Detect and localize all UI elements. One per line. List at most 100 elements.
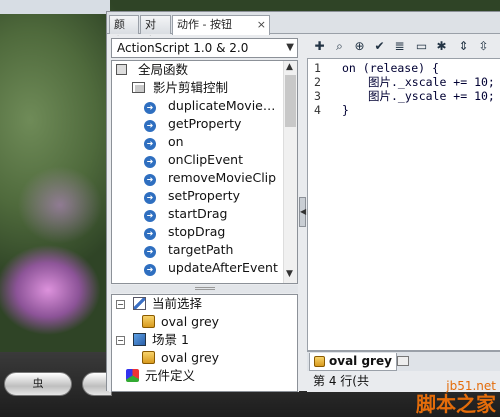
button-symbol-icon	[142, 315, 155, 328]
line-number: 2	[314, 75, 321, 89]
tree-item-label: startDrag	[168, 206, 228, 221]
expand-icon[interactable]: ⇳	[476, 39, 491, 54]
tree-item[interactable]: ➜ onClipEvent	[144, 151, 243, 169]
nav-scene[interactable]: − 场景 1	[116, 331, 189, 349]
script-navigator: − 当前选择 oval grey − 场景 1 oval grey 元件定义	[111, 294, 298, 392]
scrollbar-thumb[interactable]	[285, 75, 296, 127]
actionscript-version-select[interactable]: ActionScript 1.0 & 2.0 ▼	[111, 38, 298, 58]
version-select-value: ActionScript 1.0 & 2.0	[117, 41, 249, 55]
tree-item-label: getProperty	[168, 116, 242, 131]
tree-item-label: updateAfterEvent	[168, 260, 278, 275]
action-icon: ➜	[144, 156, 156, 168]
tree-folder-label: 全局函数	[138, 62, 189, 77]
tab-color[interactable]: 颜色	[109, 15, 139, 48]
target-icon[interactable]: ⊕	[352, 39, 367, 54]
script-tab-oval-grey[interactable]: oval grey	[309, 353, 397, 371]
tree-item-label: stopDrag	[168, 224, 226, 239]
tree-item[interactable]: ➜ removeMovieClip	[144, 169, 276, 187]
action-icon: ➜	[144, 102, 156, 114]
watermark: jb51.net 脚本之家	[416, 379, 496, 415]
tree-item[interactable]: ➜ targetPath	[144, 241, 233, 259]
code-line[interactable]: }	[342, 103, 349, 117]
tree-item-label: on	[168, 134, 184, 149]
action-icon: ➜	[144, 264, 156, 276]
oval-grey-button[interactable]: 虫	[4, 372, 72, 396]
watermark-logo: 脚本之家	[416, 392, 496, 416]
nav-label: 场景 1	[152, 332, 189, 347]
book-icon	[132, 82, 145, 93]
tree-item[interactable]: ➜ on	[144, 133, 184, 151]
tree-folder-global-functions[interactable]: 全局函数	[116, 61, 188, 79]
scene-icon	[133, 333, 146, 346]
nav-current-selection[interactable]: − 当前选择	[116, 295, 202, 313]
script-editor[interactable]: 1 2 3 4 on (release) { 图片._xscale += 10;…	[307, 58, 500, 351]
action-icon: ➜	[144, 228, 156, 240]
nav-label: 元件定义	[145, 368, 196, 383]
status-text: 第 4 行(共	[313, 374, 369, 388]
tree-item-label: setProperty	[168, 188, 240, 203]
action-icon: ➜	[144, 210, 156, 222]
code-hint-icon[interactable]: ▭	[414, 39, 429, 54]
line-number: 4	[314, 103, 321, 117]
collapse-icon[interactable]: −	[116, 336, 125, 345]
nav-label: 当前选择	[152, 296, 203, 311]
nav-scene-item[interactable]: oval grey	[142, 349, 219, 367]
nav-components[interactable]: 元件定义	[126, 367, 195, 385]
add-icon[interactable]: ✚	[312, 39, 327, 54]
panel-tab-bar: 颜色 对齐 动作 - 按钮 ×	[107, 12, 500, 48]
tree-item[interactable]: ➜ stopDrag	[144, 223, 225, 241]
selection-icon	[133, 297, 146, 310]
watermark-url: jb51.net	[446, 379, 496, 393]
tab-actions-button[interactable]: 动作 - 按钮 ×	[172, 15, 270, 35]
collapse-icon[interactable]: ⇕	[456, 39, 471, 54]
tree-item-label: targetPath	[168, 242, 234, 257]
action-icon: ➜	[144, 120, 156, 132]
collapse-icon[interactable]: −	[116, 300, 125, 309]
tree-item[interactable]: ➜ duplicateMovie…	[144, 97, 275, 115]
tree-item-label: removeMovieClip	[168, 170, 277, 185]
actions-toolbox-pane: ActionScript 1.0 & 2.0 ▼ 全局函数 影片剪辑控制 ➜ du…	[109, 36, 299, 392]
action-icon: ➜	[144, 192, 156, 204]
nav-label: oval grey	[161, 314, 220, 329]
chevron-down-icon[interactable]: ▼	[286, 269, 293, 279]
check-syntax-icon[interactable]: ✔	[372, 39, 387, 54]
line-number: 1	[314, 61, 321, 75]
nav-current-item[interactable]: oval grey	[142, 313, 219, 331]
button-symbol-icon	[314, 356, 325, 367]
line-number-gutter: 1 2 3 4	[308, 59, 330, 350]
tree-item[interactable]: ➜ getProperty	[144, 115, 241, 133]
actions-toolbar: ✚ ⌕ ⊕ ✔ ≣ ▭ ✱ ⇕ ⇳	[307, 36, 500, 58]
code-line[interactable]: on (release) {	[342, 61, 439, 75]
debug-icon[interactable]: ✱	[434, 39, 449, 54]
pin-script-icon[interactable]	[397, 356, 409, 366]
nav-label: oval grey	[161, 350, 220, 365]
code-line[interactable]: 图片._yscale += 10;	[368, 89, 495, 103]
action-icon: ➜	[144, 174, 156, 186]
auto-format-icon[interactable]: ≣	[392, 39, 407, 54]
chevron-down-icon[interactable]: ▼	[286, 39, 294, 57]
code-line[interactable]: 图片._xscale += 10;	[368, 75, 495, 89]
tab-align[interactable]: 对齐	[140, 15, 171, 48]
collapse-pane-handle[interactable]: ◀	[299, 197, 306, 227]
tree-item[interactable]: ➜ setProperty	[144, 187, 240, 205]
chevron-up-icon[interactable]: ▲	[286, 62, 293, 72]
tree-scrollbar[interactable]: ▲ ▼	[283, 61, 297, 283]
action-icon: ➜	[144, 138, 156, 150]
action-icon: ➜	[144, 246, 156, 258]
tab-actions-label: 动作 - 按钮	[177, 18, 232, 31]
pane-splitter[interactable]	[111, 285, 298, 293]
actions-tree: 全局函数 影片剪辑控制 ➜ duplicateMovie… ➜ getPropert…	[111, 60, 298, 284]
script-tab-bar: oval grey	[307, 351, 500, 371]
find-icon[interactable]: ⌕	[332, 39, 347, 54]
splitter-grip-icon	[195, 287, 215, 290]
book-icon	[116, 64, 127, 75]
script-tab-label: oval grey	[329, 354, 392, 368]
tree-item[interactable]: ➜ startDrag	[144, 205, 227, 223]
tree-item[interactable]: ➜ updateAfterEvent	[144, 259, 278, 277]
close-icon[interactable]: ×	[257, 16, 266, 33]
stage-top-strip	[0, 0, 110, 14]
button-symbol-icon	[142, 351, 155, 364]
tree-folder-movieclip-control[interactable]: 影片剪辑控制	[132, 79, 228, 97]
tree-folder-label: 影片剪辑控制	[153, 80, 229, 95]
tree-item-label: duplicateMovie…	[168, 98, 276, 113]
